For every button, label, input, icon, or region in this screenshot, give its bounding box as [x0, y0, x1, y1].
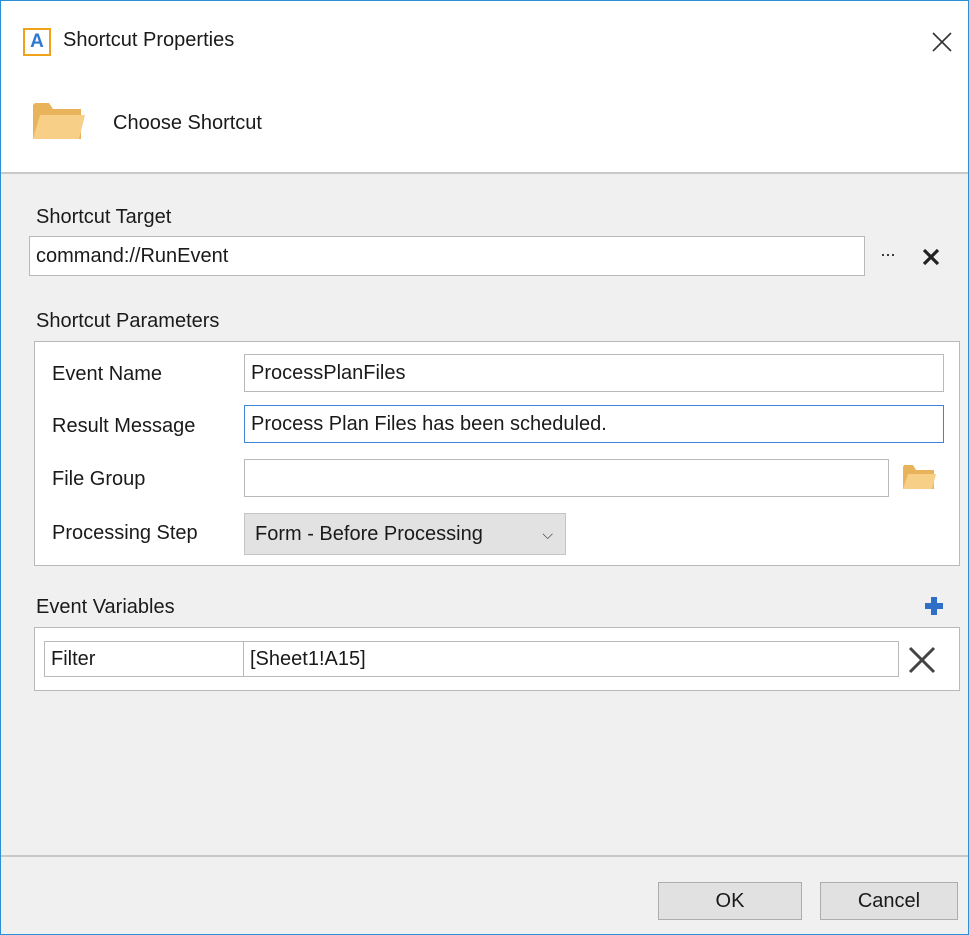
add-variable-plus-icon[interactable]: [925, 597, 943, 615]
browse-file-group-folder-icon[interactable]: [902, 463, 936, 491]
clear-target-button[interactable]: [919, 245, 943, 269]
shortcut-parameters-label: Shortcut Parameters: [36, 310, 220, 332]
remove-icon: [908, 646, 936, 674]
browse-target-button[interactable]: ...: [877, 240, 899, 268]
result-message-input[interactable]: Process Plan Files has been scheduled.: [244, 405, 944, 443]
ok-button[interactable]: OK: [658, 882, 802, 920]
processing-step-value: Form - Before Processing: [255, 523, 483, 545]
result-message-label: Result Message: [52, 415, 196, 437]
processing-step-label: Processing Step: [52, 522, 198, 544]
event-name-label: Event Name: [52, 363, 163, 385]
close-icon: [932, 32, 952, 52]
remove-variable-button[interactable]: [905, 643, 939, 677]
event-variables-table: Filter [Sheet1!A15]: [34, 627, 960, 691]
app-logo-icon: A: [23, 28, 51, 56]
folder-icon: [33, 103, 85, 139]
shortcut-target-input[interactable]: command://RunEvent: [29, 236, 865, 276]
dialog-footer: OK Cancel: [1, 857, 968, 934]
shortcut-parameters-group: Event Name ProcessPlanFiles Result Messa…: [34, 341, 960, 566]
processing-step-dropdown[interactable]: Form - Before Processing ⌵: [244, 513, 566, 555]
clear-icon: [922, 248, 940, 266]
file-group-input[interactable]: [244, 459, 889, 497]
window-title: Shortcut Properties: [63, 29, 235, 51]
shortcut-properties-dialog: A Shortcut Properties Choose Shortcut Sh…: [0, 0, 969, 935]
header-title: Choose Shortcut: [113, 112, 262, 134]
event-name-input[interactable]: ProcessPlanFiles: [244, 354, 944, 392]
variable-name-cell[interactable]: Filter: [44, 641, 244, 677]
chevron-down-icon: ⌵: [542, 526, 553, 542]
dialog-header: Choose Shortcut: [1, 81, 968, 173]
title-bar: A Shortcut Properties: [1, 1, 968, 81]
dialog-body: Shortcut Target command://RunEvent ... S…: [1, 174, 968, 855]
variable-value-cell[interactable]: [Sheet1!A15]: [243, 641, 899, 677]
close-button[interactable]: [925, 25, 959, 59]
cancel-button[interactable]: Cancel: [820, 882, 958, 920]
file-group-label: File Group: [52, 468, 146, 490]
shortcut-target-label: Shortcut Target: [36, 206, 172, 228]
event-variables-label: Event Variables: [36, 596, 175, 618]
